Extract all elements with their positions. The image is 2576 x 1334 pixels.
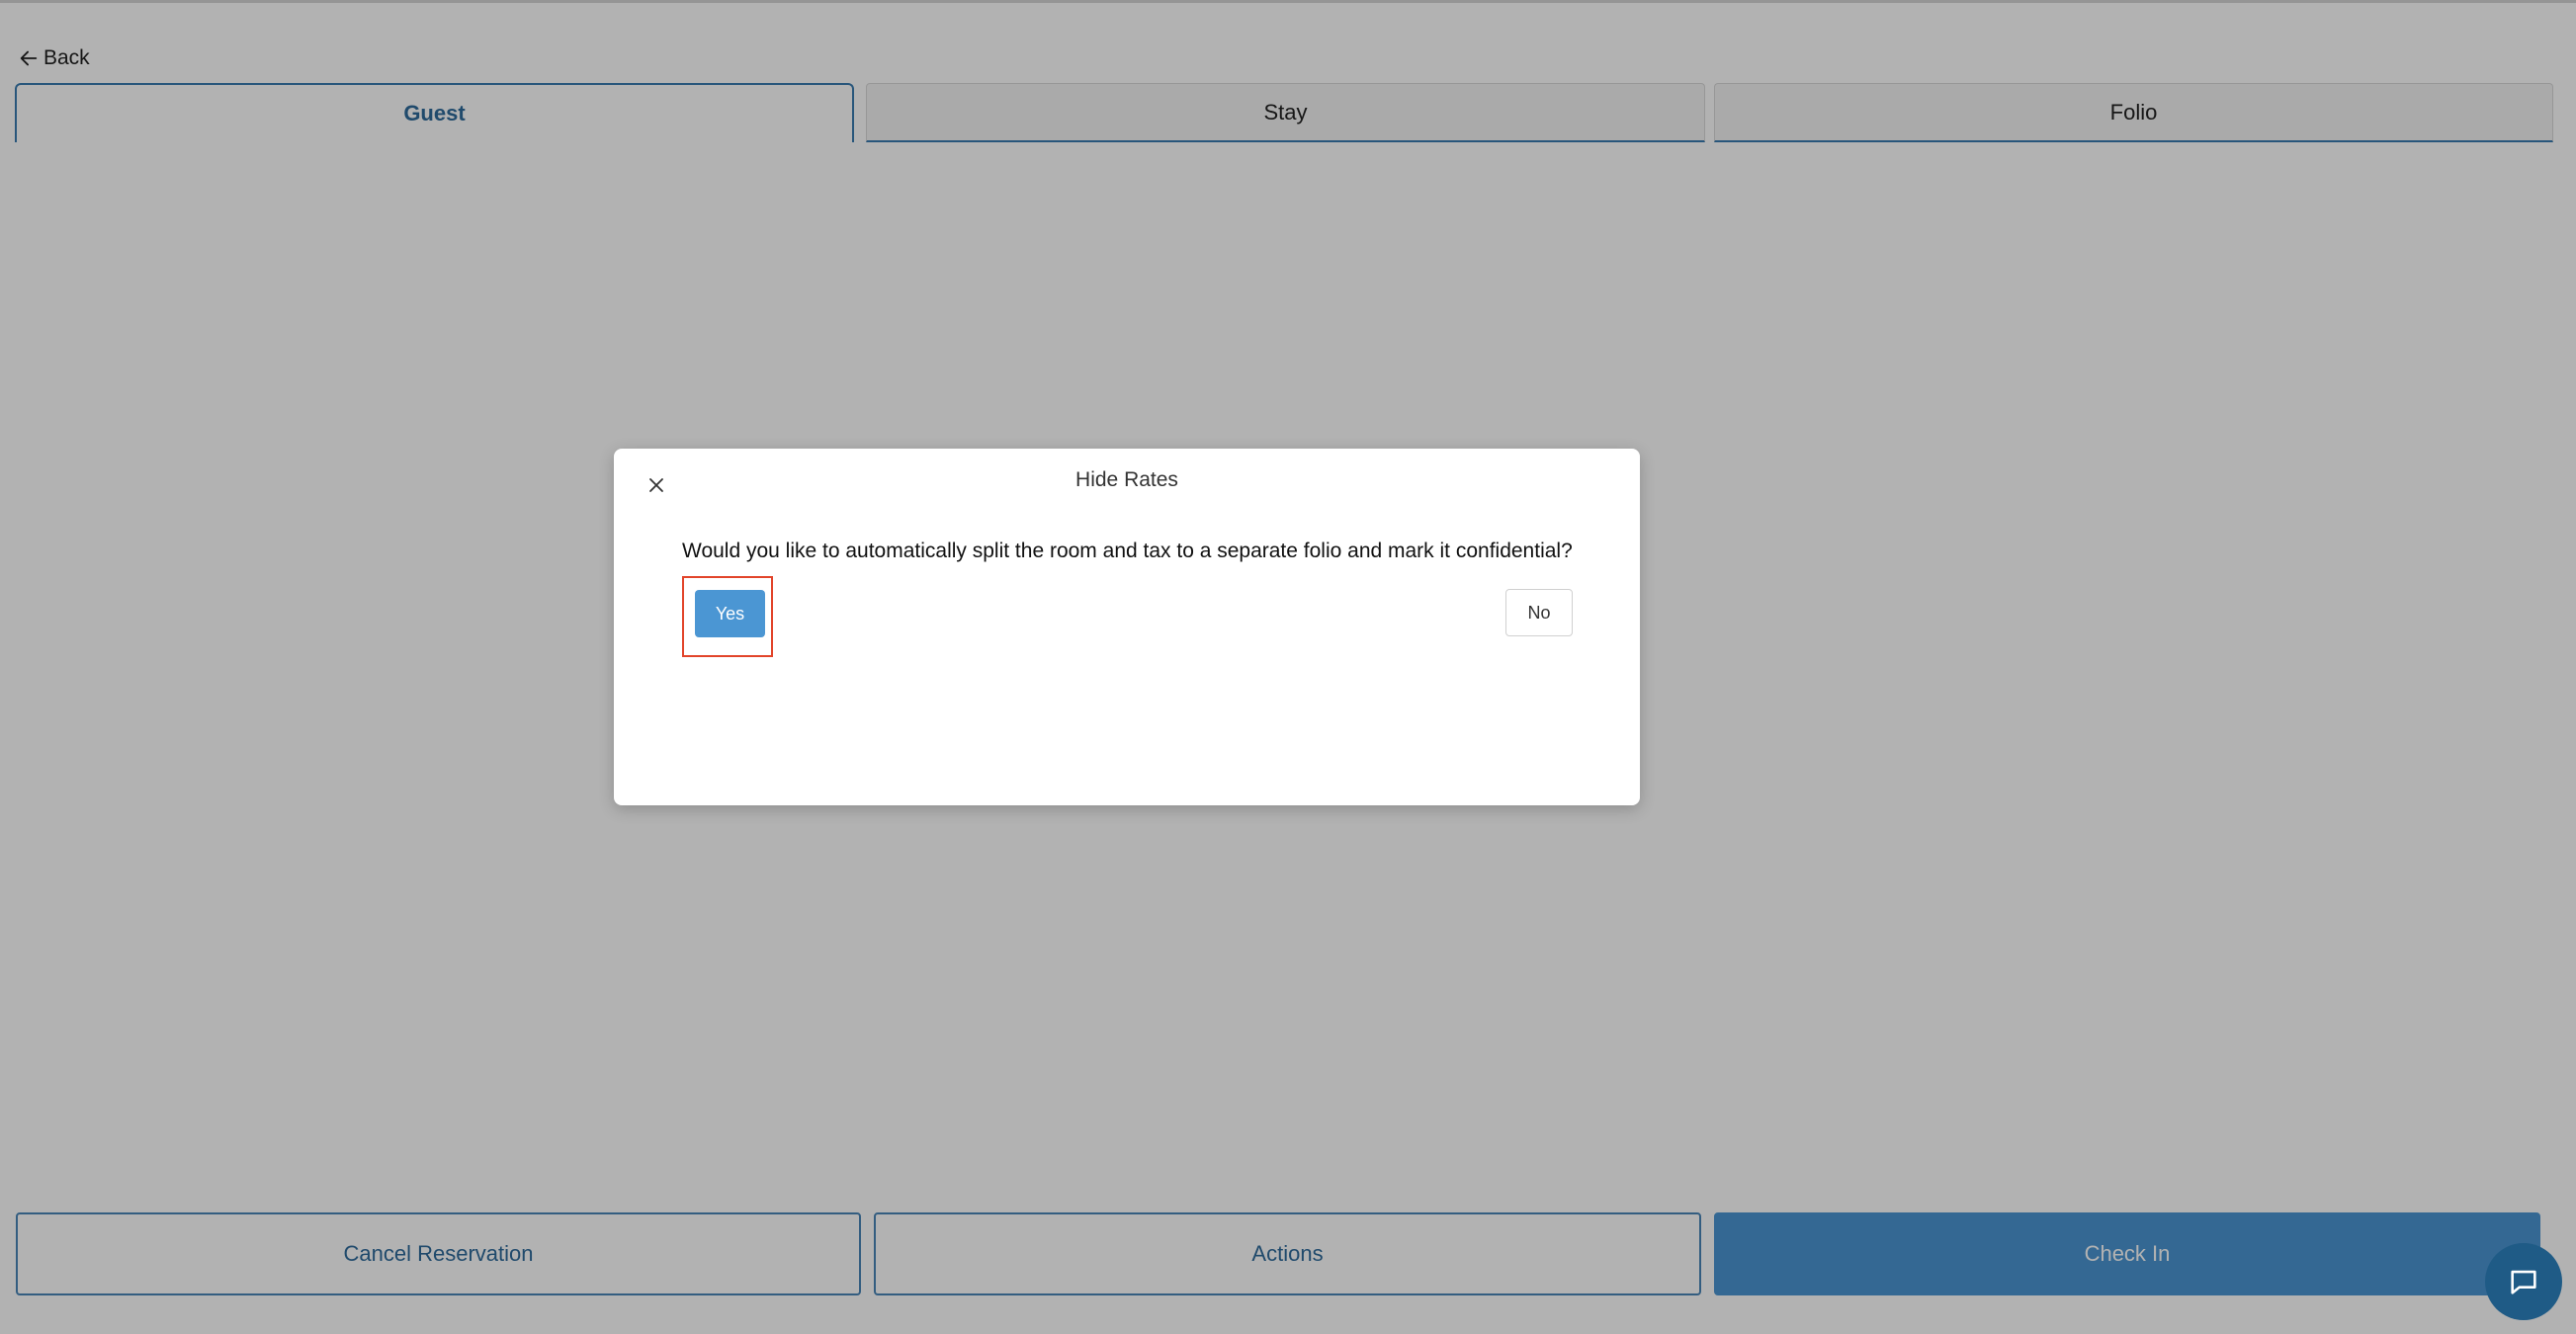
chat-button[interactable] [2485, 1243, 2562, 1320]
dialog-title: Hide Rates [1075, 468, 1178, 491]
chat-icon [2511, 1270, 2536, 1294]
yes-button[interactable]: Yes [695, 590, 765, 637]
page: Back Guest Stay Folio Cancel Reservation… [0, 0, 2576, 1334]
no-button[interactable]: No [1505, 589, 1573, 636]
dialog-question: Would you like to automatically split th… [682, 540, 1573, 562]
hide-rates-dialog: Hide Rates Would you like to automatical… [614, 449, 1640, 805]
